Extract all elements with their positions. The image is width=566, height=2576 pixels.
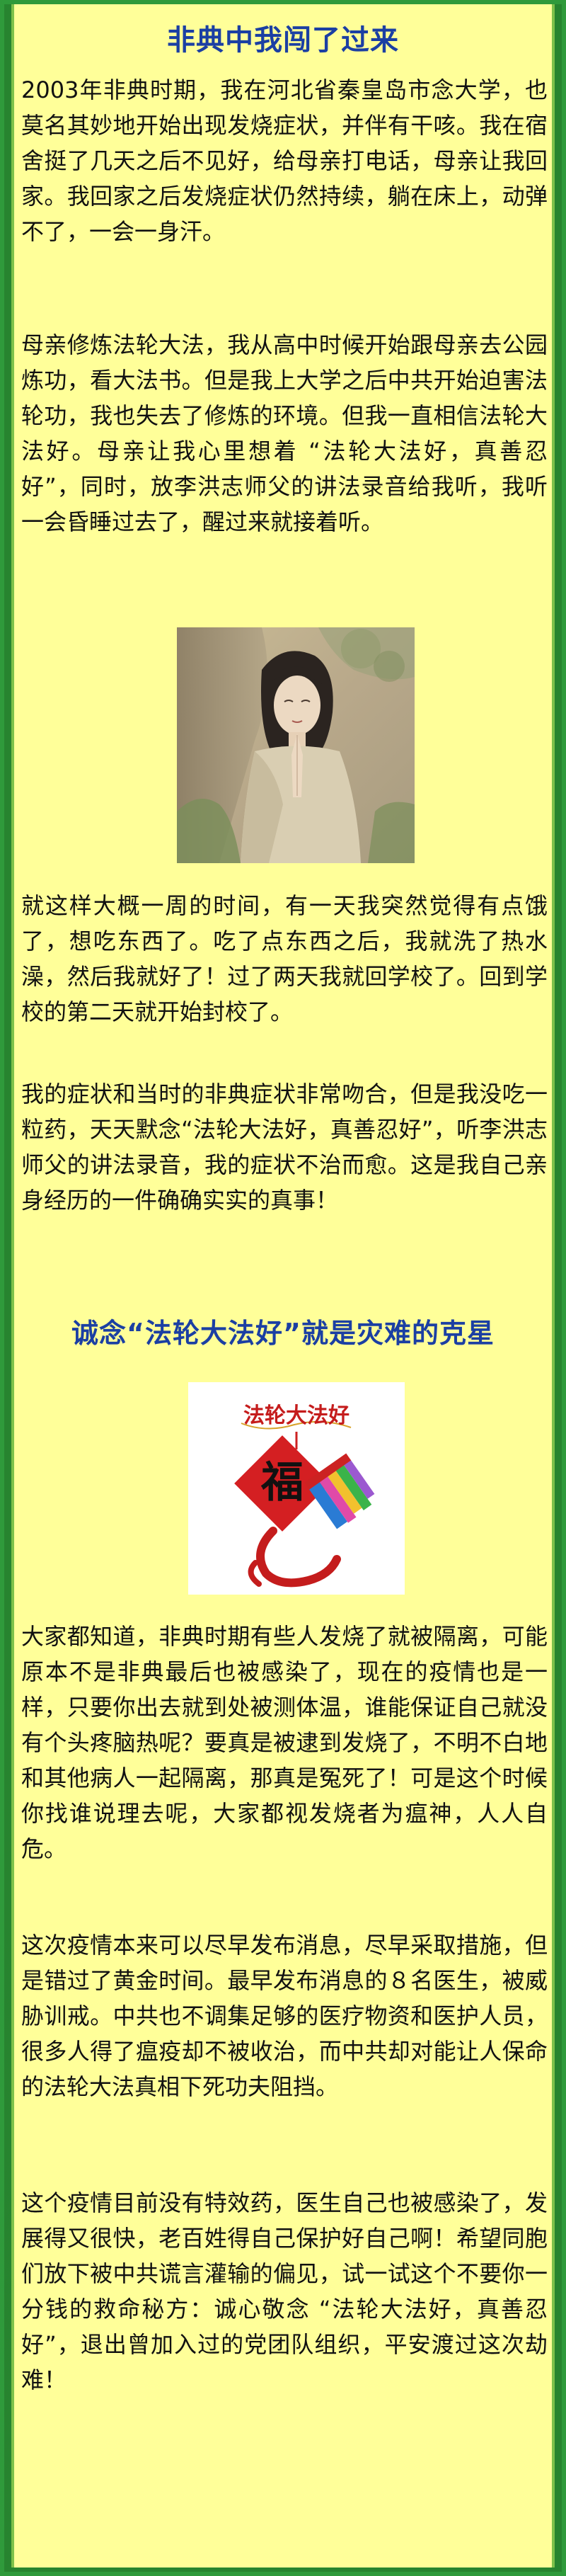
paragraph-3: 就这样大概一周的时间，有一天我突然觉得有点饿了，想吃东西了。吃了点东西之后，我就… — [21, 892, 548, 1025]
paragraph-1: 2003年非典时期，我在河北省秦皇岛市念大学，也莫名其妙地开始出现发烧症状，并伴… — [21, 76, 548, 245]
meditating-woman-painting — [177, 627, 415, 863]
fu-character: 福 — [261, 1458, 304, 1508]
paragraph-4: 我的症状和当时的非典症状非常吻合，但是我没吃一粒药，天天默念“法轮大法好，真善忍… — [21, 1081, 548, 1214]
fortune-charm-image: 法轮大法好 福 — [188, 1382, 405, 1595]
paragraph-6: 这次疫情本来可以尽早发布消息，尽早采取措施，但是错过了黄金时间。最早发布消息的８… — [21, 1932, 548, 2100]
paragraph-2: 母亲修炼法轮大法，我从高中时候开始跟母亲去公园炼功，看大法书。但是我上大学之后中… — [21, 331, 548, 535]
section-title-chanting: 诚念“法轮大法好”就是灾难的克星 — [71, 1318, 495, 1349]
paragraph-7: 这个疫情目前没有特效药，医生自己也被感染了，发展得又很快，老百姓得自己保护好自己… — [21, 2189, 548, 2393]
section-title-sars: 非典中我闯了过来 — [167, 24, 399, 57]
charm-banner-text: 法轮大法好 — [243, 1403, 350, 1428]
painting-illustration — [177, 627, 415, 863]
page-frame: 非典中我闯了过来 2003年非典时期，我在河北省秦皇岛市念大学，也莫名其妙地开始… — [4, 4, 562, 2572]
article-panel: 非典中我闯了过来 2003年非典时期，我在河北省秦皇岛市念大学，也莫名其妙地开始… — [11, 4, 555, 2568]
paragraph-5: 大家都知道，非典时期有些人发烧了就被隔离，可能原本不是非典最后也被感染了，现在的… — [21, 1623, 548, 1862]
